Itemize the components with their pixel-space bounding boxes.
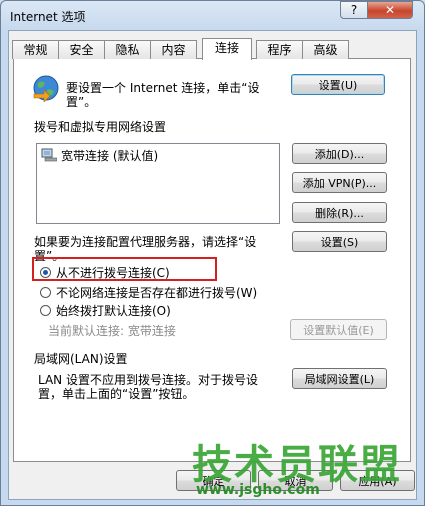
lan-text-line2: 置，单击上面的“设置”按钮。: [38, 387, 195, 401]
proxy-text-line1: 如果要为连接配置代理服务器，请选择“设: [34, 235, 257, 249]
tab-privacy[interactable]: 隐私: [104, 40, 151, 59]
lan-settings-button[interactable]: 局域网设置(L): [292, 368, 387, 389]
proxy-settings-button[interactable]: 设置(S): [292, 231, 387, 252]
radio-label-always-dial-default[interactable]: 始终拨打默认连接(O): [56, 302, 171, 319]
list-item-label: 宽带连接 (默认值): [61, 148, 159, 163]
watermark-url: www.jsgho.com: [196, 482, 320, 498]
radio-dial-always-if-no-network[interactable]: [40, 287, 51, 298]
connection-listbox[interactable]: 宽带连接 (默认值): [36, 143, 280, 224]
help-button[interactable]: ?: [340, 1, 368, 19]
tab-connections[interactable]: 连接: [202, 38, 252, 60]
remove-button[interactable]: 删除(R)...: [292, 202, 387, 223]
add-button[interactable]: 添加(D)...: [292, 143, 387, 164]
broadband-connection-icon: [41, 148, 58, 162]
tab-content[interactable]: 内容: [150, 40, 197, 59]
window-title: Internet 选项: [10, 10, 86, 24]
globe-icon: [32, 74, 60, 103]
dialup-heading: 拨号和虚拟专用网络设置: [34, 120, 167, 134]
tab-programs[interactable]: 程序: [256, 40, 303, 59]
tab-security[interactable]: 安全: [58, 40, 105, 59]
add-vpn-button[interactable]: 添加 VPN(P)...: [292, 172, 387, 193]
highlight-box: [32, 257, 217, 281]
lan-heading: 局域网(LAN)设置: [34, 352, 128, 366]
setup-button[interactable]: 设置(U): [291, 74, 385, 95]
tab-advanced[interactable]: 高级: [302, 40, 349, 59]
default-connection-label: 当前默认连接: 宽带连接: [48, 324, 176, 338]
setup-text-line2: 置”。: [66, 95, 97, 109]
radio-always-dial-default[interactable]: [40, 305, 51, 316]
list-item[interactable]: 宽带连接 (默认值): [41, 147, 158, 163]
tab-general[interactable]: 常规: [12, 40, 59, 59]
radio-label-dial-always-if-no-network[interactable]: 不论网络连接是否存在都进行拨号(W): [56, 284, 257, 301]
close-button[interactable]: ✕: [367, 1, 413, 19]
set-default-button[interactable]: 设置默认值(E): [290, 319, 387, 340]
